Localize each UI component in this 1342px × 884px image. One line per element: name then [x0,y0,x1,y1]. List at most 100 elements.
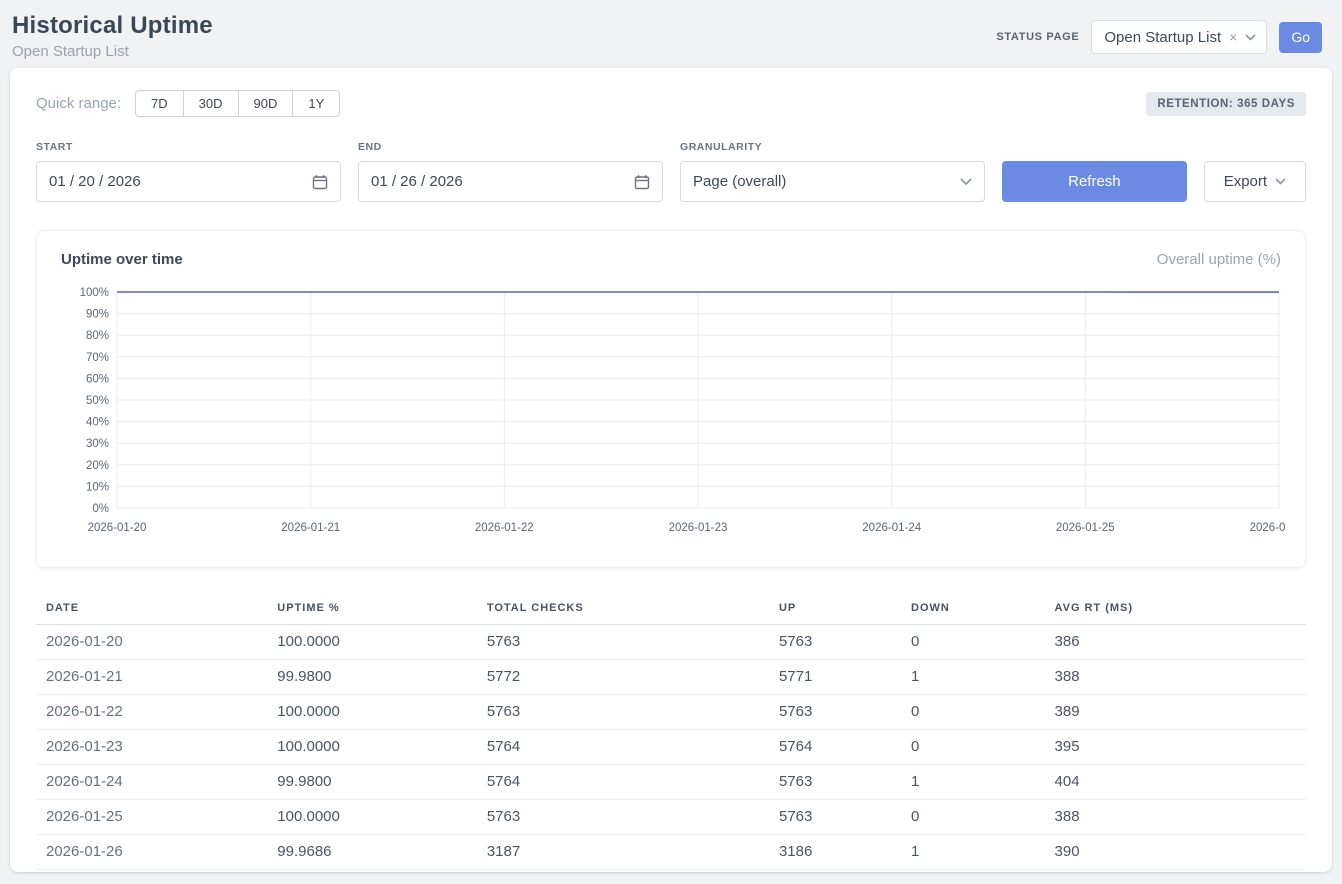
table-cell: 99.9800 [277,765,487,800]
table-cell: 404 [1055,765,1306,800]
column-header-date: DATE [36,594,277,625]
svg-text:2026-01-26: 2026-01-26 [1250,522,1285,534]
page-subtitle: Open Startup List [12,43,213,60]
table-cell: 5763 [487,695,779,730]
svg-text:2026-01-23: 2026-01-23 [669,522,728,534]
quick-range-1y[interactable]: 1Y [292,90,340,117]
end-date-value: 01 / 26 / 2026 [371,173,463,190]
title-block: Historical Uptime Open Startup List [12,12,213,60]
table-cell: 2026-01-24 [36,765,277,800]
quick-range-7d[interactable]: 7D [135,90,184,117]
filter-form-row: START 01 / 20 / 2026 END 01 / 26 / 2026 … [36,141,1306,202]
table-cell: 5763 [487,625,779,660]
svg-text:90%: 90% [86,309,109,321]
page-title: Historical Uptime [12,12,213,40]
start-date-field: START 01 / 20 / 2026 [36,141,341,202]
table-cell: 0 [911,730,1055,765]
table-row: 2026-01-22100.0000576357630389 [36,695,1306,730]
table-cell: 0 [911,695,1055,730]
table-cell: 2026-01-21 [36,660,277,695]
svg-text:50%: 50% [86,395,109,407]
start-date-input[interactable]: 01 / 20 / 2026 [36,161,341,202]
uptime-chart-svg: 100%90%80%70%60%50%40%30%20%10%0%2026-01… [61,282,1285,548]
uptime-table: DATE UPTIME % TOTAL CHECKS UP DOWN AVG R… [36,594,1306,870]
granularity-select[interactable]: Page (overall) [680,161,985,202]
table-row: 2026-01-2699.9686318731861390 [36,835,1306,870]
table-cell: 386 [1055,625,1306,660]
column-header-avg-rt: AVG RT (MS) [1055,594,1306,625]
table-row: 2026-01-2499.9800576457631404 [36,765,1306,800]
table-cell: 3186 [779,835,911,870]
quick-range-30d[interactable]: 30D [183,90,239,117]
go-button[interactable]: Go [1279,22,1322,53]
end-date-field: END 01 / 26 / 2026 [358,141,663,202]
table-cell: 100.0000 [277,730,487,765]
table-cell: 2026-01-22 [36,695,277,730]
calendar-icon[interactable] [312,174,328,190]
quick-range-90d[interactable]: 90D [238,90,294,117]
main-card: Quick range: 7D 30D 90D 1Y RETENTION: 36… [10,68,1332,872]
uptime-table-body: 2026-01-20100.00005763576303862026-01-21… [36,625,1306,870]
end-date-input[interactable]: 01 / 26 / 2026 [358,161,663,202]
chevron-down-icon [1245,34,1256,41]
table-cell: 389 [1055,695,1306,730]
start-label: START [36,141,341,153]
refresh-button[interactable]: Refresh [1002,161,1187,202]
table-cell: 5764 [487,765,779,800]
table-cell: 0 [911,625,1055,660]
svg-text:2026-01-25: 2026-01-25 [1056,522,1115,534]
table-cell: 100.0000 [277,800,487,835]
svg-text:80%: 80% [86,330,109,342]
svg-text:2026-01-21: 2026-01-21 [281,522,340,534]
table-cell: 5763 [779,765,911,800]
chevron-down-icon [1275,178,1286,185]
table-row: 2026-01-2199.9800577257711388 [36,660,1306,695]
table-cell: 388 [1055,660,1306,695]
chart-title: Uptime over time [61,251,183,268]
table-cell: 2026-01-26 [36,835,277,870]
status-page-label: STATUS PAGE [996,31,1079,43]
table-cell: 5772 [487,660,779,695]
table-cell: 5764 [487,730,779,765]
table-cell: 5763 [779,625,911,660]
svg-text:70%: 70% [86,352,109,364]
table-cell: 99.9686 [277,835,487,870]
end-label: END [358,141,663,153]
calendar-icon[interactable] [634,174,650,190]
header-right: STATUS PAGE Open Startup List × Go [996,20,1322,54]
granularity-value: Page (overall) [693,173,786,190]
granularity-label: GRANULARITY [680,141,985,153]
table-cell: 5763 [779,695,911,730]
retention-badge: RETENTION: 365 DAYS [1146,92,1306,116]
table-cell: 100.0000 [277,625,487,660]
table-cell: 5763 [487,800,779,835]
export-label: Export [1224,173,1267,190]
svg-text:40%: 40% [86,417,109,429]
svg-text:2026-01-22: 2026-01-22 [475,522,534,534]
page-header: Historical Uptime Open Startup List STAT… [0,0,1342,68]
chart-legend: Overall uptime (%) [1157,251,1281,268]
uptime-chart-card: Uptime over time Overall uptime (%) 100%… [36,230,1306,568]
table-cell: 3187 [487,835,779,870]
table-cell: 5771 [779,660,911,695]
table-cell: 1 [911,835,1055,870]
clear-selection-icon[interactable]: × [1229,29,1237,45]
table-cell: 5764 [779,730,911,765]
svg-text:2026-01-20: 2026-01-20 [88,522,147,534]
table-row: 2026-01-23100.0000576457640395 [36,730,1306,765]
table-cell: 1 [911,660,1055,695]
table-cell: 100.0000 [277,695,487,730]
table-header-row: DATE UPTIME % TOTAL CHECKS UP DOWN AVG R… [36,594,1306,625]
status-page-value: Open Startup List [1104,29,1221,46]
granularity-field: GRANULARITY Page (overall) [680,141,985,202]
svg-text:2026-01-24: 2026-01-24 [862,522,921,534]
column-header-down: DOWN [911,594,1055,625]
status-page-select[interactable]: Open Startup List × [1091,20,1267,54]
quick-range-segmented: 7D 30D 90D 1Y [135,90,340,117]
export-button[interactable]: Export [1204,161,1306,202]
table-cell: 2026-01-25 [36,800,277,835]
quick-range-label: Quick range: [36,95,121,112]
table-cell: 395 [1055,730,1306,765]
svg-text:60%: 60% [86,373,109,385]
column-header-up: UP [779,594,911,625]
